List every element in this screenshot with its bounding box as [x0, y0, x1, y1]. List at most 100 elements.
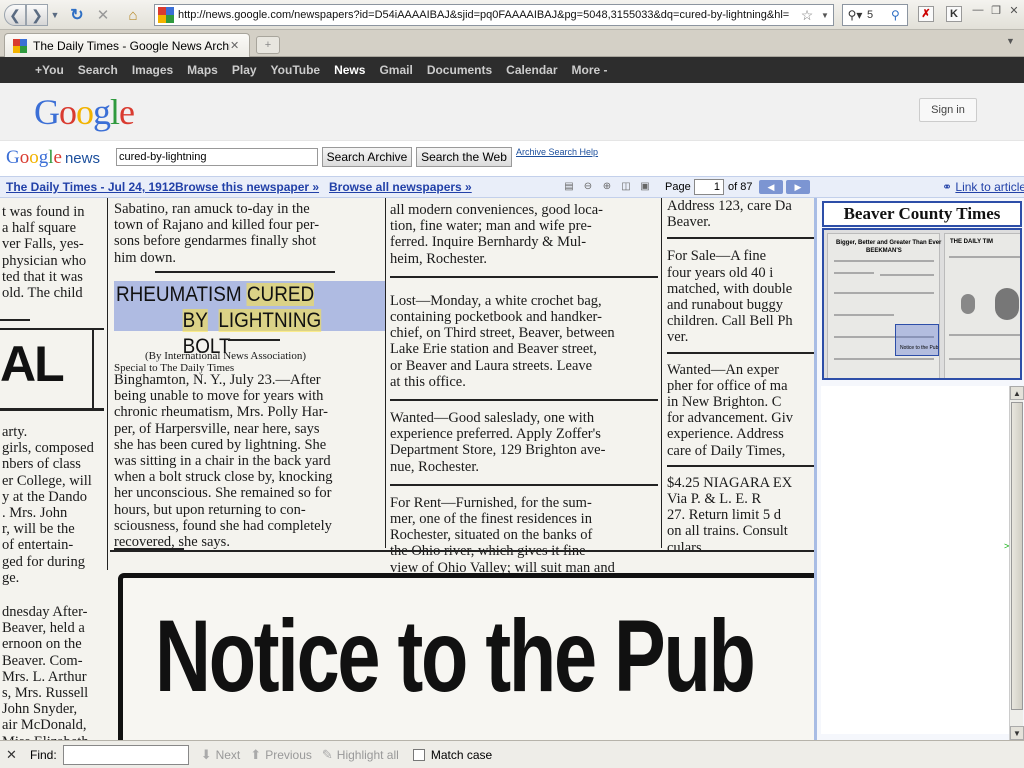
scrollbar-thumb[interactable]: [1011, 402, 1023, 710]
address-bar[interactable]: http://news.google.com/newspapers?id=D54…: [154, 4, 834, 26]
previous-page-button[interactable]: ◀: [759, 180, 783, 194]
text-line: experience preferred. Apply Zoffer's: [390, 426, 601, 443]
highlight-all-button[interactable]: ✎ Highlight all: [322, 747, 399, 763]
close-icon[interactable]: ✕: [6, 747, 18, 763]
archive-search-input[interactable]: [116, 148, 318, 166]
thumbnail-headline: Bigger, Better and Greater Than Ever: [836, 240, 942, 246]
tab-daily-times[interactable]: The Daily Times - Google News Archi... ✕: [4, 33, 250, 57]
thumbnail-photo: [961, 294, 975, 314]
window-restore-icon[interactable]: ❐: [988, 4, 1004, 20]
page-thumbnail-pane: Beaver County Times Bigger, Better and G…: [814, 198, 1024, 740]
text-line: nue, Rochester.: [390, 458, 479, 475]
addon-k-icon[interactable]: K: [946, 6, 962, 22]
scroll-down-icon[interactable]: ▼: [1010, 726, 1024, 740]
gbar-item-maps[interactable]: Maps: [180, 63, 225, 77]
pane-resize-marker[interactable]: >: [1004, 541, 1009, 551]
gbar-item-gmail[interactable]: Gmail: [372, 63, 419, 77]
text-line: tion, fine water; man and wife pre-: [390, 218, 592, 235]
gbar-item-calendar[interactable]: Calendar: [499, 63, 564, 77]
ocr-text-panel[interactable]: [821, 386, 1011, 734]
stop-button[interactable]: ✕: [92, 4, 114, 26]
newspaper-masthead[interactable]: Beaver County Times: [822, 201, 1022, 227]
google-top-bar: +You Search Images Maps Play YouTube News Gmail…: [0, 57, 1024, 83]
text-line: or Beaver and Laura streets. Leave: [390, 357, 593, 374]
text-line: ferred. Inquire Bernhardy & Mul-: [390, 234, 587, 251]
forward-button[interactable]: ❯: [26, 4, 48, 26]
divider: [667, 351, 814, 354]
text-line: For Rent—Furnished, for the sum-: [390, 494, 592, 511]
google-logo[interactable]: Google: [34, 91, 135, 133]
browser-search-box[interactable]: ⚲▾ 5 ⚲: [842, 4, 908, 26]
gbar-item-more[interactable]: More -: [565, 63, 615, 77]
article-body-text: Binghamton, N. Y., July 23.—After being u…: [114, 372, 383, 550]
text-line: Rochester, situated on the banks of: [390, 527, 593, 544]
article-headline[interactable]: RHEUMATISM CURED BY LIGHTNING BOLT: [116, 282, 359, 360]
history-dropdown-button[interactable]: ▼: [48, 4, 62, 26]
col1-bottom-text: dnesday After- Beaver, held a ernoon on th…: [2, 604, 105, 740]
gbar-item-images[interactable]: Images: [125, 63, 180, 77]
gbar-item-search[interactable]: Search: [71, 63, 125, 77]
text-line: mer, one of the finest residences in: [390, 511, 592, 528]
gbar-item-news[interactable]: News: [327, 63, 372, 77]
thumbnail-line: [834, 314, 894, 316]
fit-page-icon[interactable]: ◫: [619, 180, 633, 194]
addon-red-icon[interactable]: ✗: [918, 6, 934, 22]
window-minimize-icon[interactable]: —: [970, 4, 986, 20]
thumbnail-page-current[interactable]: Bigger, Better and Greater Than Ever BEE…: [827, 233, 942, 378]
text-line: Binghamton, N. Y., July 23.—After: [114, 372, 321, 388]
gbar-item-documents[interactable]: Documents: [420, 63, 499, 77]
match-case-checkbox[interactable]: Match case: [412, 748, 492, 762]
chevron-down-icon: ▼: [50, 10, 60, 20]
search-web-button[interactable]: Search the Web: [416, 147, 512, 167]
new-tab-button[interactable]: +: [256, 36, 280, 54]
sign-in-button[interactable]: Sign in: [919, 98, 977, 122]
google-news-logo[interactable]: Google news: [6, 147, 100, 169]
thumbnail-page-next[interactable]: THE DAILY TIM: [944, 233, 1020, 378]
url-dropdown-icon[interactable]: ▼: [817, 11, 833, 20]
home-button[interactable]: ⌂: [122, 4, 144, 26]
browse-this-newspaper-link[interactable]: Browse this newspaper »: [175, 180, 319, 194]
magnifier-icon[interactable]: ⚲▾: [843, 8, 867, 22]
browser-search-input[interactable]: 5: [867, 9, 891, 21]
zoom-out-icon[interactable]: ⊖: [581, 180, 595, 194]
page-thumbnails[interactable]: Bigger, Better and Greater Than Ever BEE…: [822, 228, 1022, 380]
tab-list-icon[interactable]: ▼: [1006, 36, 1020, 46]
find-previous-button[interactable]: ⬆ Previous: [250, 747, 312, 763]
reload-button[interactable]: ↻: [66, 4, 88, 26]
search-go-icon[interactable]: ⚲: [891, 8, 907, 22]
back-button[interactable]: ❮: [4, 4, 26, 26]
logo-letter: g: [38, 147, 49, 168]
gbar-item-youtube[interactable]: YouTube: [264, 63, 328, 77]
archive-search-help-link[interactable]: Archive Search Help: [516, 147, 598, 157]
url-text[interactable]: http://news.google.com/newspapers?id=D54…: [178, 9, 797, 21]
find-next-button[interactable]: ⬇ Next: [201, 747, 241, 763]
thumbnail-subhead: BEEKMAN'S: [866, 248, 902, 254]
advertisement-headline: Notice to the Pub: [155, 599, 756, 713]
newspaper-date-link[interactable]: The Daily Times - Jul 24, 1912: [6, 180, 175, 194]
gbar-item-play[interactable]: Play: [225, 63, 264, 77]
search-archive-button[interactable]: Search Archive: [322, 147, 412, 167]
newspaper-scan[interactable]: t was found in a half square ver Falls, y…: [0, 198, 814, 740]
next-page-button[interactable]: ▶: [786, 180, 810, 194]
find-input[interactable]: [62, 744, 189, 765]
bookmark-star-icon[interactable]: ☆: [797, 7, 817, 24]
back-arrow-icon: ❮: [9, 6, 21, 23]
thumbnail-scrollbar[interactable]: ▲ ▼: [1009, 386, 1024, 740]
page-number-input[interactable]: [694, 179, 724, 195]
text-line: chief, on Third street, Beaver, between: [390, 325, 615, 342]
window-close-icon[interactable]: ✕: [1006, 4, 1022, 20]
thumbnail-view-frame[interactable]: Notice to the Pub: [895, 324, 939, 356]
text-line: Sabatino, ran amuck to-day in the: [114, 201, 310, 217]
news-logo-suffix: news: [64, 150, 100, 167]
fullscreen-icon[interactable]: ▣: [638, 180, 652, 194]
browse-all-newspapers-link[interactable]: Browse all newspapers »: [329, 180, 472, 194]
link-to-article[interactable]: ⚭ Link to article: [942, 180, 1024, 194]
thumbnail-line: [949, 256, 1020, 258]
scroll-up-icon[interactable]: ▲: [1010, 386, 1024, 400]
text-view-icon[interactable]: ▤: [562, 180, 576, 194]
zoom-in-icon[interactable]: ⊕: [600, 180, 614, 194]
divider: [390, 399, 658, 402]
text-line: 27. Return limit 5 d: [667, 507, 781, 524]
tab-close-icon[interactable]: ✕: [230, 39, 244, 52]
gbar-item-you[interactable]: +You: [28, 63, 71, 77]
